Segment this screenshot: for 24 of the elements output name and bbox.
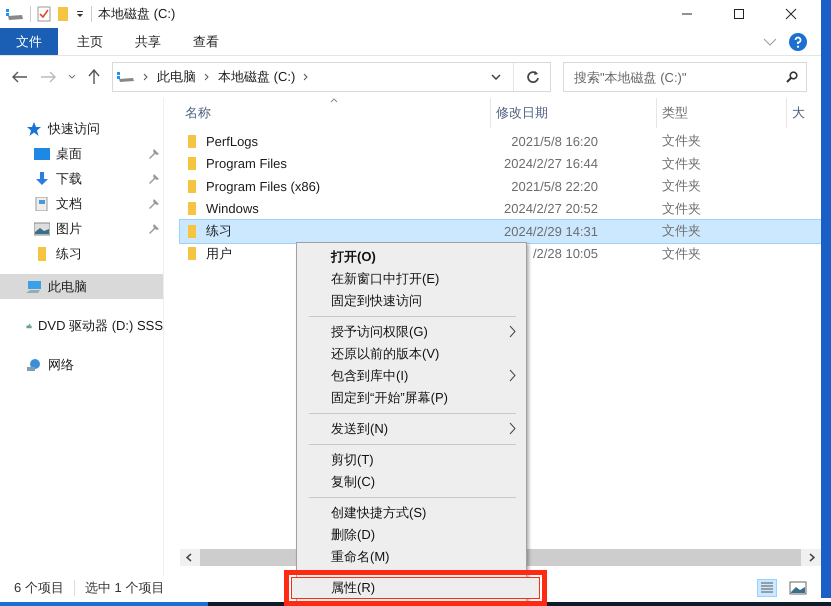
sidebar-label: 练习 xyxy=(56,244,83,262)
sidebar-label: 此电脑 xyxy=(48,278,87,296)
file-date: 2024/2/29 14:31 xyxy=(504,224,598,239)
file-type: 文件夹 xyxy=(662,132,701,150)
file-type: 文件夹 xyxy=(662,222,701,240)
file-date: 2021/5/8 16:20 xyxy=(511,134,598,149)
file-type: 文件夹 xyxy=(662,200,701,218)
status-text: 选中 1 个项目 xyxy=(84,579,164,597)
sidebar-label: 快速访问 xyxy=(48,120,100,138)
file-type: 文件夹 xyxy=(662,154,701,173)
file-date: 2021/5/8 22:20 xyxy=(511,178,598,194)
sidebar-label: 下载 xyxy=(56,170,83,188)
status-text: 6 个项目 xyxy=(14,579,64,597)
sidebar-label: 图片 xyxy=(56,220,83,238)
sidebar-label: DVD 驱动器 (D:) SSS xyxy=(38,316,163,334)
window-title: 本地磁盘 (C:) xyxy=(98,5,176,23)
file-date: /2/28 10:05 xyxy=(532,246,598,262)
file-type: 文件夹 xyxy=(662,244,701,263)
file-type: 文件夹 xyxy=(662,177,701,196)
sidebar-label: 网络 xyxy=(48,356,74,374)
sidebar-label: 桌面 xyxy=(56,144,83,162)
file-date: 2024/2/27 20:52 xyxy=(504,201,598,216)
sidebar-label: 文档 xyxy=(56,194,83,212)
file-date: 2024/2/27 16:44 xyxy=(504,156,598,172)
